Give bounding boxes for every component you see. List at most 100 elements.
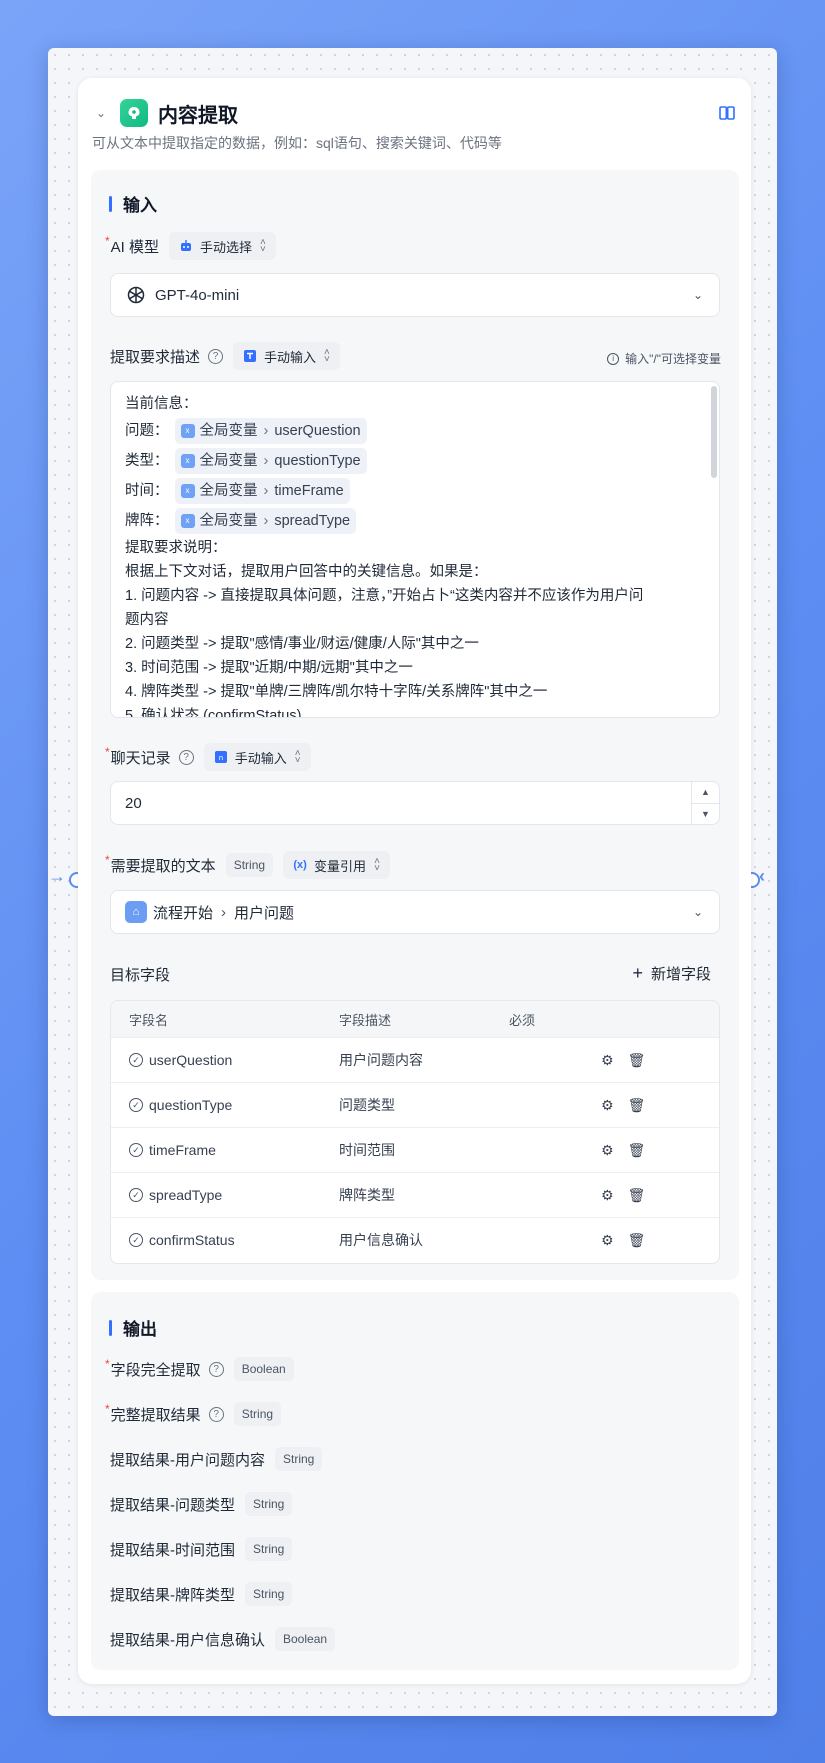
output-label: 提取结果-问题类型	[110, 1496, 235, 1514]
check-circle-icon: ✓	[129, 1053, 143, 1067]
add-field-button[interactable]: + 新增字段	[632, 963, 711, 984]
ai-model-select[interactable]: GPT-4o-mini ⌄	[110, 273, 720, 317]
chat-history-row: * 聊天记录 ? n 手动输入 ˄ ˅	[105, 743, 311, 771]
chevron-right-icon: ›	[221, 903, 227, 921]
table-row: ✓ timeFrame 时间范围 ⚙ 🗑	[111, 1127, 719, 1172]
var-line-type: 类型： x 全局变量 › questionType	[125, 446, 705, 476]
description-row: 提取要求描述 ? 手动输入 ˄ ˅	[110, 342, 340, 370]
help-icon[interactable]: ?	[208, 1361, 224, 1377]
type-tag: Boolean	[275, 1627, 336, 1651]
output-item: 提取结果-问题类型 String	[110, 1492, 293, 1516]
check-circle-icon: ✓	[129, 1188, 143, 1202]
var-scope: 全局变量	[199, 483, 258, 499]
increment-icon[interactable]: ▲	[692, 782, 719, 804]
number-stepper[interactable]: ▲ ▼	[691, 782, 719, 824]
var-line-label: 类型：	[125, 453, 169, 469]
decrement-icon[interactable]: ▼	[692, 804, 719, 825]
ai-model-row: * AI 模型 手动选择 ˄ ˅	[105, 232, 276, 260]
svg-text:n: n	[218, 754, 222, 762]
info-icon: i	[607, 352, 620, 365]
ai-model-mode-label: 手动选择	[200, 239, 253, 255]
gear-icon[interactable]: ⚙	[601, 1232, 614, 1249]
output-item: * 完整提取结果 ? String	[105, 1402, 282, 1426]
type-tag: String	[245, 1582, 293, 1606]
output-item: 提取结果-时间范围 String	[110, 1537, 293, 1561]
required-mark: *	[105, 234, 110, 248]
collapse-chevron-icon[interactable]: ⌄	[96, 106, 110, 120]
variable-chip[interactable]: x 全局变量 › questionType	[174, 448, 367, 474]
node-subtitle: 可从文本中提取指定的数据，例如：sql语句、搜索关键词、代码等	[92, 135, 502, 151]
help-icon[interactable]: ?	[178, 749, 194, 765]
text-input-icon	[243, 349, 257, 363]
updown-icon: ˄ ˅	[260, 237, 266, 255]
ta-line: 3. 时间范围 -> 提取"近期/中期/远期"其中之一	[125, 660, 413, 676]
trash-icon[interactable]: 🗑	[628, 1097, 646, 1114]
chat-history-mode-select[interactable]: n 手动输入 ˄ ˅	[203, 743, 311, 771]
chevron-down-icon: ⌄	[692, 288, 703, 302]
table-row: ✓ spreadType 牌阵类型 ⚙ 🗑	[111, 1172, 719, 1217]
openai-icon	[125, 284, 147, 306]
chat-history-mode-label: 手动输入	[234, 750, 287, 766]
ta-line: 根据上下文对话，提取用户回答中的关键信息。如果是：	[125, 564, 488, 580]
variable-icon: x	[180, 424, 195, 438]
description-textarea[interactable]: 当前信息： 问题： x 全局变量 › userQuestion 类型： x 全局…	[110, 381, 720, 718]
chevron-right-icon: ›	[263, 453, 269, 469]
trash-icon[interactable]: 🗑	[628, 1052, 646, 1069]
ta-line: 2. 问题类型 -> 提取"感情/事业/财运/健康/人际"其中之一	[125, 636, 479, 652]
output-label: 提取结果-牌阵类型	[110, 1586, 235, 1604]
input-section-title: 输入	[109, 191, 157, 216]
var-line-question: 问题： x 全局变量 › userQuestion	[125, 416, 705, 446]
col-header: 字段描述	[339, 1012, 392, 1028]
variable-icon: (x)	[293, 859, 307, 871]
description-mode-label: 手动输入	[264, 349, 317, 365]
gear-icon[interactable]: ⚙	[601, 1052, 614, 1069]
ta-line: 当前信息：	[125, 396, 198, 412]
required-mark: *	[105, 1402, 110, 1416]
variable-reference-select[interactable]: ⌂ 流程开始 › 用户问题 ⌄	[110, 890, 720, 934]
var-name: questionType	[274, 453, 361, 469]
trash-icon[interactable]: 🗑	[628, 1232, 646, 1249]
target-fields-table: 字段名 字段描述 必须 ✓ userQuestion 用户问题内容 ⚙ 🗑 ✓ que…	[110, 1000, 720, 1264]
output-item: 提取结果-用户问题内容 String	[110, 1447, 323, 1471]
chat-history-input[interactable]: 20 ▲ ▼	[110, 781, 720, 825]
textarea-scrollbar[interactable]	[711, 386, 717, 478]
help-icon[interactable]: ?	[208, 348, 224, 364]
add-field-label: 新增字段	[650, 966, 711, 983]
field-desc: 用户问题内容	[339, 1052, 423, 1068]
variable-chip[interactable]: x 全局变量 › timeFrame	[174, 478, 350, 504]
gear-icon[interactable]: ⚙	[601, 1097, 614, 1114]
var-line-time: 时间： x 全局变量 › timeFrame	[125, 476, 705, 506]
var-name: userQuestion	[274, 423, 361, 439]
var-name: timeFrame	[274, 483, 344, 499]
book-icon[interactable]	[718, 104, 736, 122]
node-title: 内容提取	[158, 104, 238, 127]
output-label: 字段完全提取	[110, 1361, 201, 1379]
trash-icon[interactable]: 🗑	[628, 1142, 646, 1159]
output-item: * 字段完全提取 ? Boolean	[105, 1357, 294, 1381]
type-tag: String	[245, 1492, 293, 1516]
var-scope: 全局变量	[199, 423, 258, 439]
plus-icon: +	[632, 963, 643, 983]
gear-icon[interactable]: ⚙	[601, 1187, 614, 1204]
ai-model-value: GPT-4o-mini	[155, 286, 240, 304]
col-header: 必须	[509, 1012, 536, 1028]
variable-icon: x	[180, 514, 195, 528]
variable-chip[interactable]: x 全局变量 › userQuestion	[174, 418, 367, 444]
type-tag: String	[245, 1537, 293, 1561]
output-section: 输出	[91, 1292, 739, 1670]
gear-icon[interactable]: ⚙	[601, 1142, 614, 1159]
trash-icon[interactable]: 🗑	[628, 1187, 646, 1204]
text-to-extract-mode-select[interactable]: (x) 变量引用 ˄ ˅	[283, 851, 390, 879]
table-row: ✓ questionType 问题类型 ⚙ 🗑	[111, 1082, 719, 1127]
flow-start-icon: ⌂	[125, 901, 147, 923]
ai-model-mode-select[interactable]: 手动选择 ˄ ˅	[169, 232, 276, 260]
field-name: questionType	[149, 1097, 233, 1113]
help-icon[interactable]: ?	[208, 1406, 224, 1422]
description-mode-select[interactable]: 手动输入 ˄ ˅	[233, 342, 340, 370]
node-header: ⌄ 内容提取	[96, 98, 736, 128]
check-circle-icon: ✓	[129, 1233, 143, 1247]
variable-chip[interactable]: x 全局变量 › spreadType	[174, 508, 357, 534]
field-desc: 用户信息确认	[339, 1232, 423, 1248]
field-name: timeFrame	[149, 1142, 216, 1158]
var-line-spread: 牌阵： x 全局变量 › spreadType	[125, 506, 705, 536]
